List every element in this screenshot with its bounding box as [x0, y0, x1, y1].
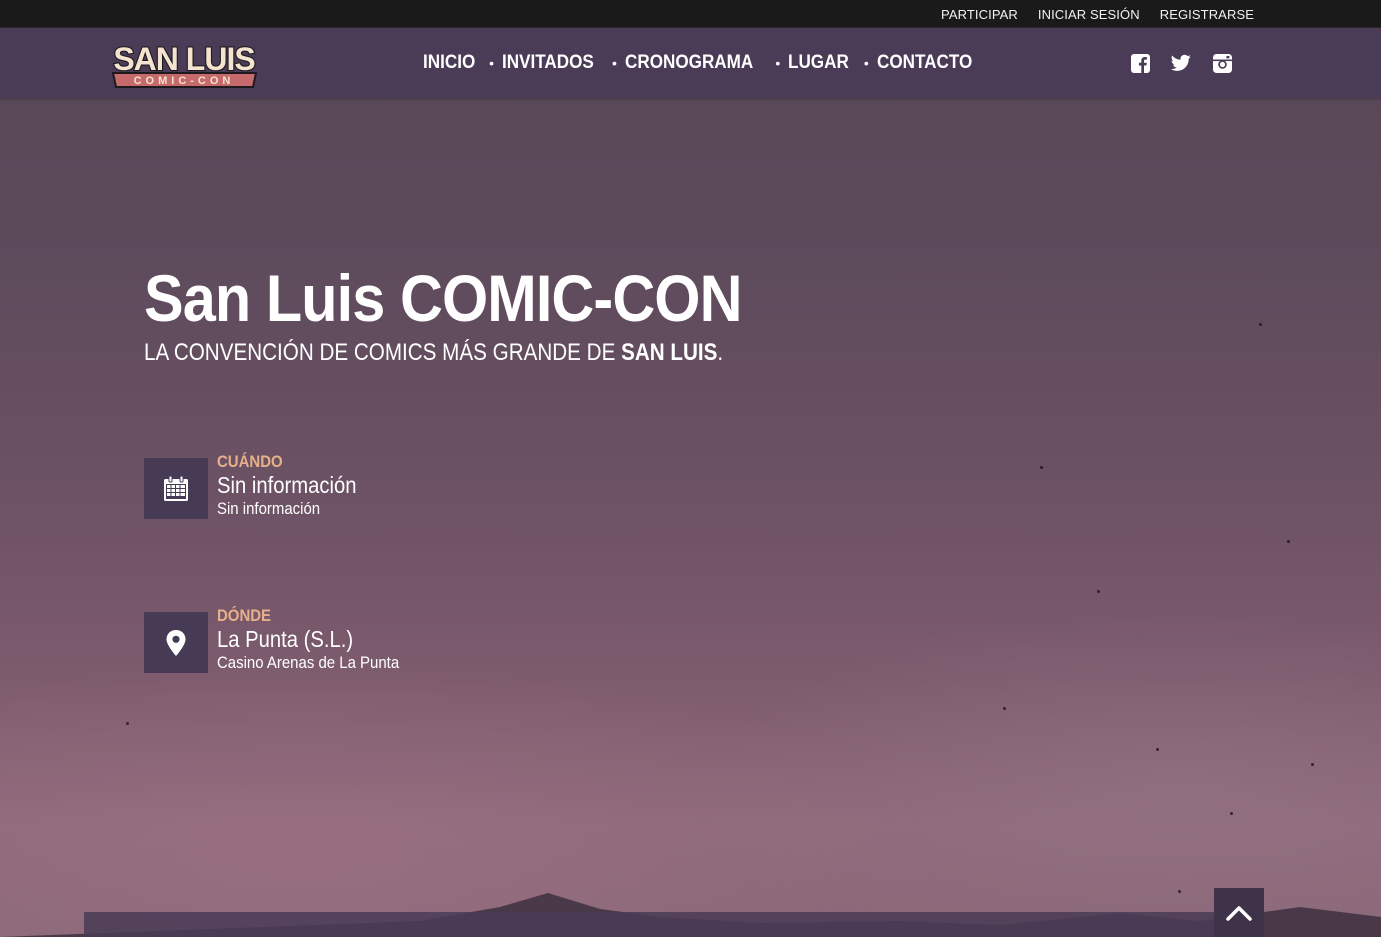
hero-subtitle-suffix: . [717, 339, 724, 366]
hero-title: San Luis COMIC-CON [144, 261, 743, 335]
participar-link[interactable]: PARTICIPAR [941, 7, 1018, 22]
social-links [1130, 28, 1232, 98]
where-label: DÓNDE [217, 606, 272, 625]
background-speck [1311, 763, 1314, 766]
hero-subtitle-prefix: LA CONVENCIÓN DE COMICS MÁS GRANDE DE [144, 339, 622, 366]
hero-subtitle-bold: SAN LUIS [621, 339, 718, 366]
background-speck [1097, 590, 1100, 593]
when-info: CUÁNDO Sin información Sin información [144, 452, 444, 522]
nav-lugar[interactable]: LUGAR [788, 52, 849, 74]
nav-separator: • [612, 55, 617, 71]
content-panel-top [84, 912, 1264, 937]
login-link[interactable]: INICIAR SESIÓN [1038, 7, 1140, 22]
map-pin-icon [144, 612, 208, 673]
background-speck [1040, 466, 1043, 469]
chevron-up-icon [1226, 905, 1252, 921]
logo-top-text: SAN LUIS [113, 41, 255, 77]
where-place: La Punta (S.L.) [217, 626, 354, 652]
calendar-icon [144, 458, 208, 519]
san-luis-comic-con-logo: COMIC-CON SAN LUIS [111, 40, 257, 88]
main-menu: INICIO • INVITADOS • CRONOGRAMA • LUGAR … [423, 28, 983, 98]
when-label: CUÁNDO [217, 452, 283, 471]
background-speck [1259, 323, 1262, 326]
nav-contacto[interactable]: CONTACTO [877, 52, 972, 74]
background-speck [1230, 812, 1233, 815]
hero-subtitle: LA CONVENCIÓN DE COMICS MÁS GRANDE DE SA… [144, 338, 723, 368]
site-logo[interactable]: COMIC-CON SAN LUIS [107, 37, 262, 89]
nav-separator: • [863, 55, 869, 71]
where-info: DÓNDE La Punta (S.L.) Casino Arenas de L… [144, 606, 464, 676]
nav-cronograma[interactable]: CRONOGRAMA [625, 52, 753, 74]
facebook-icon[interactable] [1130, 53, 1150, 73]
background-speck [1003, 707, 1006, 710]
where-text: DÓNDE La Punta (S.L.) Casino Arenas de L… [217, 606, 424, 674]
when-text: CUÁNDO Sin información Sin información [217, 452, 376, 520]
background-speck [1287, 540, 1290, 543]
back-to-top-button[interactable] [1214, 888, 1264, 937]
where-venue: Casino Arenas de La Punta [217, 653, 400, 672]
top-utility-bar: PARTICIPAR INICIAR SESIÓN REGISTRARSE [0, 0, 1381, 28]
nav-separator: • [489, 55, 494, 71]
when-date: Sin información [217, 472, 357, 498]
account-links: PARTICIPAR INICIAR SESIÓN REGISTRARSE [941, 0, 1254, 28]
nav-separator: • [775, 55, 781, 71]
register-link[interactable]: REGISTRARSE [1160, 7, 1254, 22]
background-speck [1156, 748, 1159, 751]
twitter-icon[interactable] [1171, 53, 1191, 73]
background-speck [126, 722, 129, 725]
main-navbar: COMIC-CON SAN LUIS INICIO • INVITADOS • … [0, 28, 1381, 98]
when-detail: Sin información [217, 499, 321, 518]
instagram-icon[interactable] [1212, 53, 1232, 73]
nav-inicio[interactable]: INICIO [423, 52, 475, 74]
nav-invitados[interactable]: INVITADOS [502, 52, 594, 74]
